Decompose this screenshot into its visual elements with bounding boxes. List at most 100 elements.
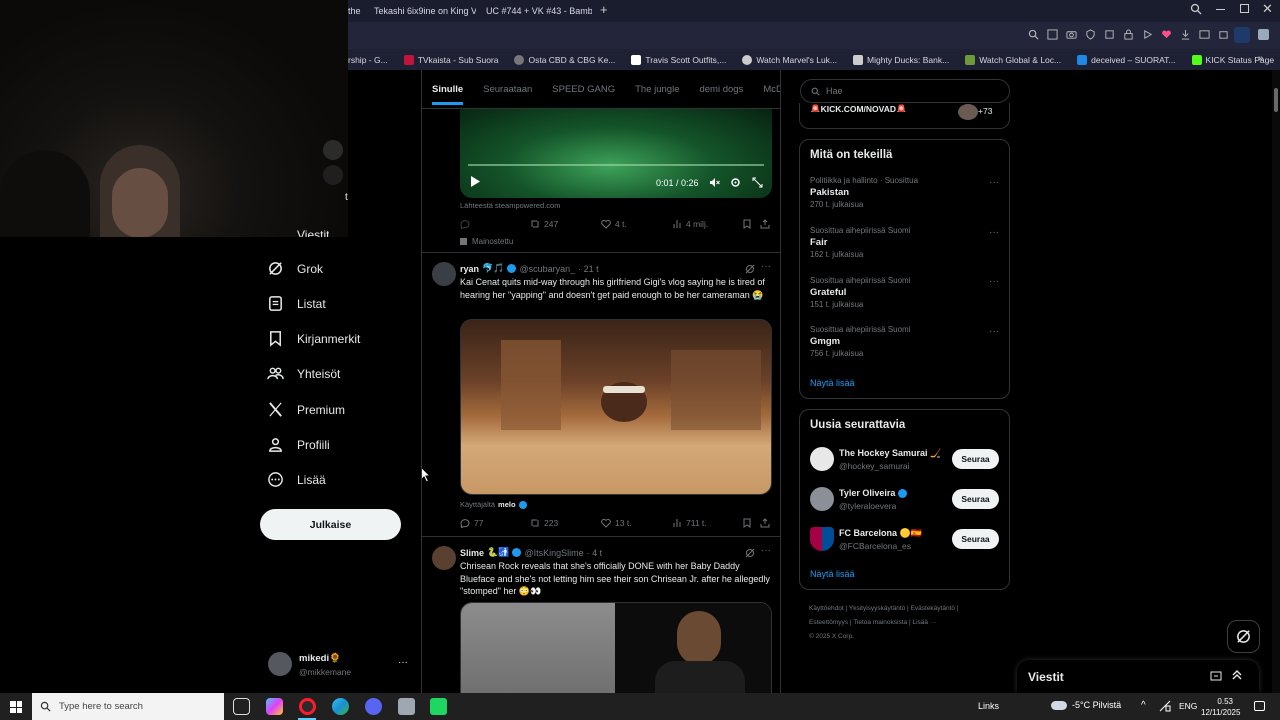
new-tab-icon[interactable]: + [600, 3, 612, 16]
post-1-time[interactable]: · 21 t [578, 264, 599, 274]
camera-icon[interactable] [1066, 29, 1077, 40]
copilot-icon[interactable] [266, 698, 283, 715]
post-1-more-icon[interactable]: ··· [761, 261, 771, 272]
nav-item-grok[interactable]: Grok [267, 260, 323, 277]
post-2-author[interactable]: Slime [460, 548, 484, 558]
trend-more-icon[interactable]: ··· [989, 326, 999, 337]
clock[interactable]: 0.53 12/11/2025 [1201, 696, 1240, 718]
post-1-share-button[interactable] [760, 518, 770, 528]
download-icon[interactable] [1180, 29, 1191, 40]
post-1-like-button[interactable]: 13 t. [601, 518, 632, 528]
follow-button[interactable]: Seuraa [952, 449, 999, 469]
search-icon[interactable] [1028, 29, 1039, 40]
tab-search-icon[interactable] [1190, 3, 1202, 15]
bookmark-5[interactable]: Watch Marvel's Luk... [742, 54, 837, 65]
bookmark-2[interactable]: TVkaista - Sub Suora [403, 54, 498, 65]
ad-views-button[interactable]: 4 milj. [672, 219, 708, 229]
bookmark-1[interactable]: rship - G... [348, 55, 388, 65]
language-indicator[interactable]: ENG [1179, 701, 1197, 711]
post-2-avatar[interactable] [432, 546, 456, 570]
video-progress-bar[interactable] [468, 164, 764, 166]
post-button[interactable]: Julkaise [260, 509, 401, 540]
browser-tab-1[interactable]: the [348, 2, 362, 20]
page-scrollbar[interactable] [1272, 70, 1280, 693]
post-2-image[interactable] [460, 602, 772, 693]
minimize-icon[interactable] [1216, 9, 1225, 10]
trend-more-icon[interactable]: ··· [989, 276, 999, 287]
video-play-icon[interactable] [470, 176, 480, 187]
wallet-icon[interactable] [1218, 29, 1229, 40]
nav-partial-item[interactable]: Viestit [297, 228, 329, 237]
trend-item[interactable]: Suosittua aihepiirissä Suomi Gmgm 756 t.… [810, 325, 1000, 358]
edge-icon[interactable] [332, 698, 349, 715]
footer-ads-info[interactable]: Tietoa mainoksista [853, 619, 907, 626]
footer-terms[interactable]: Käyttöehdot [809, 605, 844, 612]
tab-demi-dogs[interactable]: demi dogs [699, 75, 743, 108]
post-1-reply-button[interactable]: 77 [460, 518, 483, 528]
footer-more[interactable]: Lisää ··· [912, 619, 936, 626]
maximize-icon[interactable] [1240, 4, 1249, 13]
ad-share-button[interactable] [760, 219, 770, 229]
trend-more-icon[interactable]: ··· [989, 177, 999, 188]
post-2-time[interactable]: · 4 t [587, 548, 603, 558]
nav-item-more[interactable]: Lisää [267, 471, 326, 488]
scrollbar-thumb[interactable] [1274, 88, 1278, 112]
compose-message-icon[interactable] [1210, 670, 1222, 682]
task-view-icon[interactable] [233, 698, 250, 715]
tab-the-jungle[interactable]: The jungle [635, 75, 679, 108]
tab-following[interactable]: Seuraataan [483, 75, 532, 108]
security-shield-icon[interactable] [398, 698, 415, 715]
post-1-handle[interactable]: @scubaryan_ [519, 264, 575, 274]
ad-source[interactable]: Lähteestä steampowered.com [460, 201, 560, 210]
ad-repost-button[interactable]: 247 [530, 219, 558, 229]
network-icon[interactable] [1159, 700, 1171, 712]
footer-privacy[interactable]: Yksityisyyskäytäntö [849, 605, 905, 612]
aria-icon[interactable] [1234, 27, 1250, 43]
edit-icon[interactable] [1047, 29, 1058, 40]
tray-overflow-icon[interactable]: ^ [1141, 700, 1146, 711]
nav-item-communities[interactable]: Yhteisöt [267, 365, 340, 382]
bookmark-8[interactable]: deceived – SUORAT... [1077, 54, 1176, 65]
nav-item-premium[interactable]: Premium [267, 401, 345, 418]
heart-icon[interactable] [1161, 29, 1172, 40]
follow-button[interactable]: Seuraa [952, 529, 999, 549]
post-1-bookmark-button[interactable] [742, 518, 752, 528]
trend-item[interactable]: Suosittua aihepiirissä Suomi Fair 162 t.… [810, 226, 1000, 259]
follow-name[interactable]: FC Barcelona 🟡🇪🇸 [839, 528, 922, 539]
post-1-author[interactable]: ryan [460, 264, 479, 274]
barcelona-crest-icon[interactable] [810, 527, 834, 551]
footer-cookies[interactable]: Evästekäytäntö [911, 605, 955, 612]
tab-speed-gang[interactable]: SPEED GANG [552, 75, 615, 108]
bookmarks-overflow-icon[interactable]: » [1258, 53, 1264, 64]
trend-item[interactable]: Suosittua aihepiirissä Suomi Grateful 15… [810, 276, 1000, 309]
post-2-more-icon[interactable]: ··· [761, 545, 771, 556]
bookmark-4[interactable]: Travis Scott Outfits,... [631, 54, 726, 65]
nav-item-lists[interactable]: Listat [267, 295, 326, 312]
grok-floating-button[interactable] [1227, 620, 1260, 653]
follow-name[interactable]: The Hockey Samurai 🏒 [839, 448, 941, 459]
bookmark-7[interactable]: Watch Global & Loc... [965, 54, 1061, 65]
grok-explain-icon[interactable] [745, 264, 755, 274]
snapshot-icon[interactable] [1199, 29, 1210, 40]
follow-button[interactable]: Seuraa [952, 489, 999, 509]
post-1-repost-button[interactable]: 223 [530, 518, 558, 528]
avatar[interactable] [810, 487, 834, 511]
follow-name-row[interactable]: Tyler Oliveira [839, 488, 908, 498]
credit-user[interactable]: melo [498, 500, 516, 509]
post-1-image[interactable] [460, 319, 772, 495]
weather-widget[interactable]: -5°C Pilvistä [1051, 700, 1121, 710]
app-icon[interactable] [430, 698, 447, 715]
start-button[interactable] [10, 701, 22, 713]
tab-mcdonald[interactable]: McDonald [763, 75, 780, 108]
account-more-icon[interactable]: ··· [398, 657, 408, 668]
bookmark-6[interactable]: Mighty Ducks: Bank... [853, 54, 949, 65]
links-toolbar[interactable]: Links [978, 701, 999, 711]
avatar[interactable] [810, 447, 834, 471]
nav-item-profile[interactable]: Profiili [267, 436, 330, 453]
browser-tab-3[interactable]: UC #744 + VK #43 - Bamb... [482, 2, 592, 20]
account-switcher[interactable]: mikedi🌻 @mikkemane ··· [268, 652, 418, 680]
fullscreen-icon[interactable] [752, 177, 763, 188]
notification-icon[interactable] [1254, 701, 1265, 711]
post-1-views-button[interactable]: 711 t. [672, 518, 707, 528]
shield-icon[interactable] [1085, 29, 1096, 40]
